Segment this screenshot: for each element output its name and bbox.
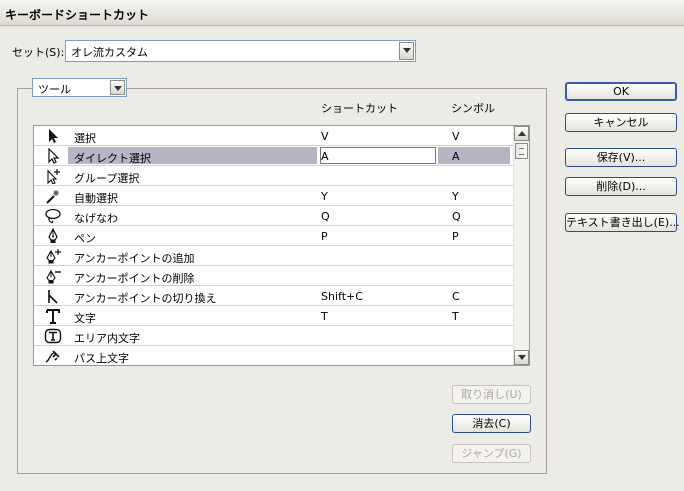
tool-name: エリア内文字 [74,332,140,345]
tool-name: アンカーポイントの切り換え [74,292,217,305]
area-type-icon [44,328,62,344]
column-header-shortcut: ショートカット [321,102,398,115]
tool-shortcut: P [321,230,328,243]
tool-row[interactable]: パス上文字 [34,346,514,365]
tool-name: ダイレクト選択 [74,152,151,165]
type-on-path-icon [45,350,60,363]
chevron-down-icon[interactable] [110,80,125,95]
scroll-up-button[interactable] [514,126,529,141]
tool-name: アンカーポイントの追加 [74,252,195,265]
set-label: セット(S): [12,46,65,59]
tool-row[interactable]: グループ選択 [34,166,514,186]
tool-row[interactable]: ペン P P [34,226,514,246]
set-value: オレ流カスタム [71,46,148,59]
category-dropdown[interactable]: ツール [32,78,127,97]
tool-shortcut-list[interactable]: 選択 V V ダイレクト選択 A A グループ選択 自動選択 Y Y なげなわ Q Q ペン P P アンカーポ… [33,125,530,366]
tool-shortcut: T [321,310,328,323]
tool-symbol: P [452,230,459,243]
set-dropdown[interactable]: オレ流カスタム [65,40,416,62]
undo-button[interactable]: 取り消し(U) [452,385,531,404]
lasso-icon [45,208,61,224]
tool-symbol: A [452,150,460,163]
tool-name: なげなわ [74,212,118,225]
vertical-scrollbar[interactable] [513,126,529,365]
tool-name: 選択 [74,132,96,145]
tool-name: アンカーポイントの削除 [74,272,195,285]
group-selection-icon [47,169,60,184]
ok-button[interactable]: OK [565,82,677,101]
title-bar: キーボードショートカット [0,0,684,26]
magic-wand-icon [46,190,59,204]
add-anchor-point-icon [46,249,61,264]
tool-symbol: C [452,290,460,303]
tool-name: ペン [74,232,96,245]
type-icon [46,309,60,324]
tool-name: パス上文字 [74,352,129,365]
direct-selection-arrow-icon [48,148,60,164]
tool-row[interactable]: エリア内文字 [34,326,514,346]
cancel-button[interactable]: キャンセル [565,113,677,132]
delete-button[interactable]: 削除(D)... [565,177,677,196]
tool-row[interactable]: アンカーポイントの切り換え Shift+C C [34,286,514,306]
delete-anchor-point-icon [46,269,61,284]
tool-symbol: T [452,310,459,323]
column-header-symbol: シンボル [451,102,495,115]
tool-symbol: Q [452,210,461,223]
tool-name: 自動選択 [74,192,118,205]
tool-shortcut: V [321,130,329,143]
tool-row[interactable]: アンカーポイントの削除 [34,266,514,286]
convert-anchor-point-icon [48,290,58,304]
selection-highlight [438,147,510,164]
scroll-down-button[interactable] [514,350,529,365]
tool-row[interactable]: ダイレクト選択 A A [34,146,514,166]
tool-row[interactable]: なげなわ Q Q [34,206,514,226]
tool-symbol: Y [452,190,459,203]
tool-row[interactable]: 選択 V V [34,126,514,146]
export-text-button[interactable]: テキスト書き出し(E)... [565,213,680,232]
category-value: ツール [38,83,71,96]
selection-arrow-icon [49,129,58,143]
save-button[interactable]: 保存(V)... [565,148,677,167]
clear-button[interactable]: 消去(C) [452,414,531,433]
tool-name: 文字 [74,312,96,325]
jump-button[interactable]: ジャンプ(G) [452,444,531,463]
tool-shortcut: Y [321,190,328,203]
tool-shortcut: A [321,150,329,163]
shortcut-edit-field[interactable] [320,147,436,164]
tool-row[interactable]: 自動選択 Y Y [34,186,514,206]
tool-row[interactable]: アンカーポイントの追加 [34,246,514,266]
pen-icon [48,228,58,243]
tool-name: グループ選択 [74,172,140,185]
chevron-down-icon[interactable] [399,42,414,60]
tool-shortcut: Shift+C [321,290,363,303]
scroll-thumb[interactable] [515,143,528,159]
tool-symbol: V [452,130,460,143]
window-title: キーボードショートカット [5,8,150,22]
tool-shortcut: Q [321,210,330,223]
tool-row[interactable]: 文字 T T [34,306,514,326]
